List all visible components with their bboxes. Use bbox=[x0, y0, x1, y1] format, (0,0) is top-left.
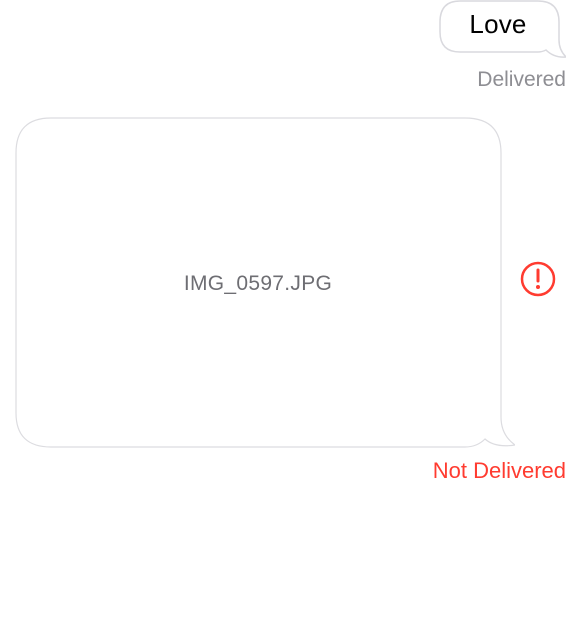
delivery-status: Delivered bbox=[477, 68, 566, 91]
attachment-filename: IMG_0597.JPG bbox=[183, 271, 333, 295]
not-delivered-status: Not Delivered bbox=[432, 458, 566, 483]
message-thread: Love Delivered IMG_0597.JPG Not Delivere… bbox=[0, 0, 575, 617]
error-icon-graphic bbox=[520, 261, 556, 297]
image-attachment-bubble[interactable]: IMG_0597.JPG bbox=[15, 117, 515, 452]
sent-message-bubble[interactable]: Love bbox=[438, 0, 566, 60]
message-text: Love bbox=[469, 8, 527, 39]
exclamation-circle-icon[interactable] bbox=[518, 259, 558, 299]
